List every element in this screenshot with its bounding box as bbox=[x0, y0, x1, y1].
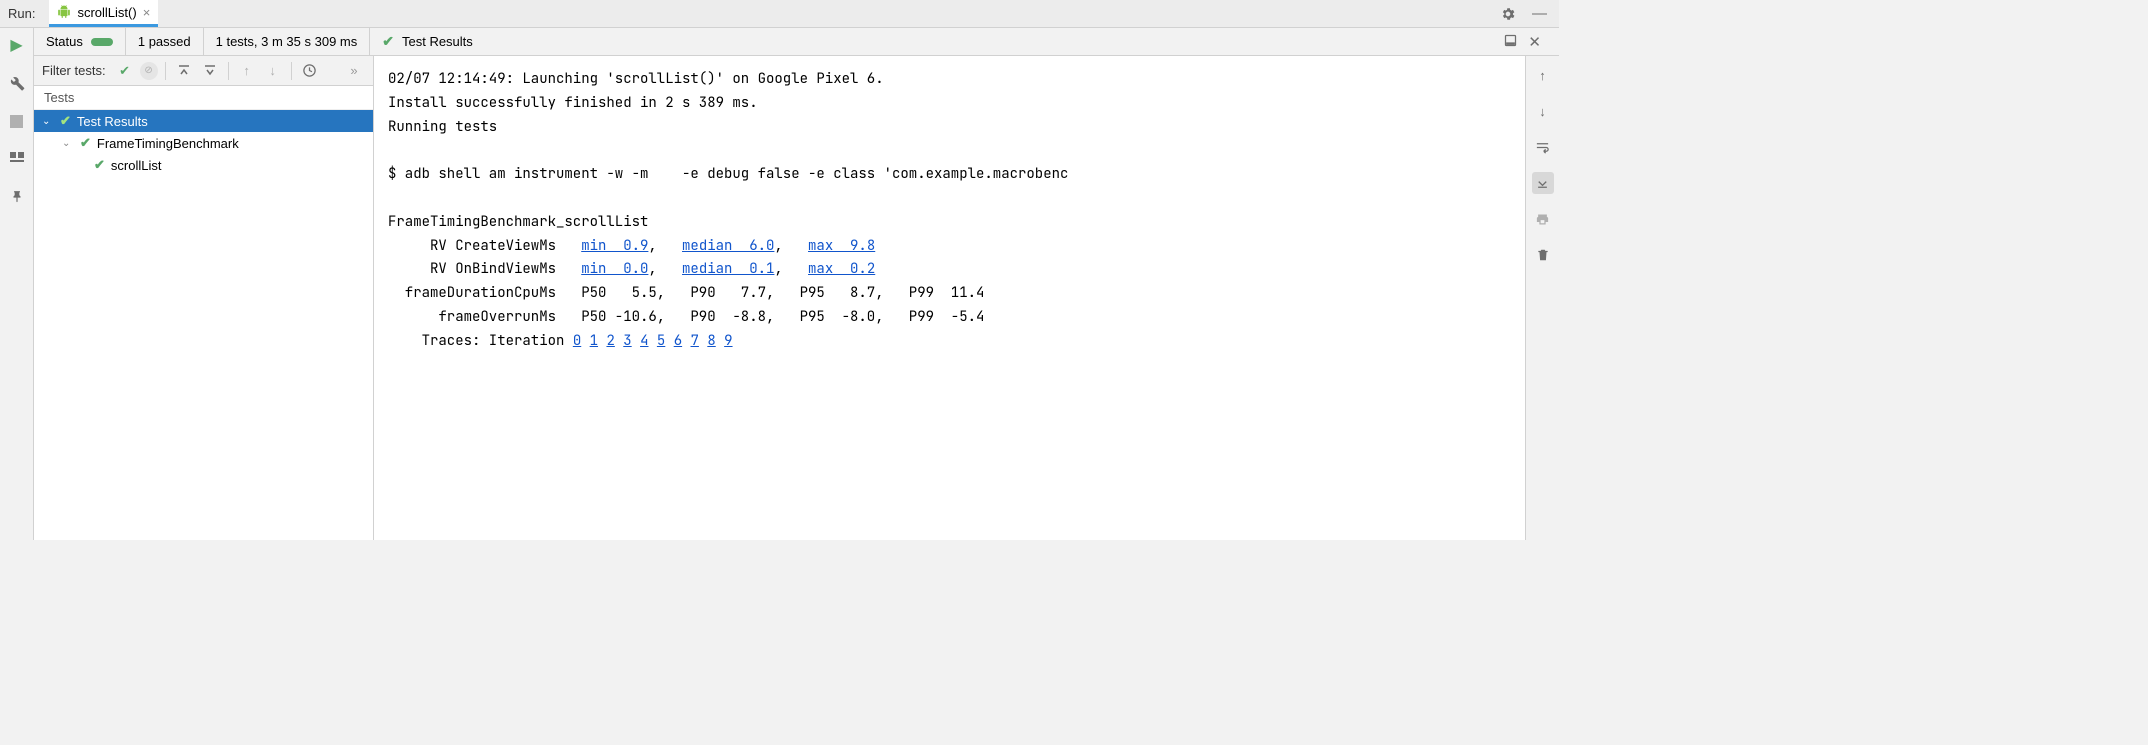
row1-label: RV CreateViewMs bbox=[430, 237, 556, 255]
export-icon[interactable] bbox=[1503, 33, 1518, 51]
main: ▶ Status 1 passed 1 tests, 3 m 35 s 309 … bbox=[0, 28, 1559, 540]
more-icon[interactable]: » bbox=[343, 60, 365, 82]
tests-tree: ⌄ ✔ Test Results ⌄ ✔ FrameTimingBenchmar… bbox=[34, 110, 373, 540]
minimize-icon[interactable]: — bbox=[1528, 5, 1551, 22]
check-icon: ✔ bbox=[60, 113, 71, 129]
print-icon[interactable] bbox=[1532, 208, 1554, 230]
collapse-all-icon[interactable] bbox=[199, 60, 221, 82]
body-row: Filter tests: ✔ ⊘ ↑ ↓ bbox=[34, 56, 1559, 540]
trash-icon[interactable] bbox=[1532, 244, 1554, 266]
row2-label: RV OnBindViewMs bbox=[430, 260, 556, 278]
tab-label: scrollList() bbox=[77, 5, 136, 20]
close-panel-icon[interactable]: ✕ bbox=[1528, 33, 1541, 51]
status-label: Status bbox=[46, 34, 83, 49]
scroll-to-end-icon[interactable] bbox=[1532, 172, 1554, 194]
trace-link[interactable]: 2 bbox=[606, 332, 614, 350]
median-link[interactable]: median 0.1 bbox=[682, 260, 774, 278]
check-icon: ✔ bbox=[382, 33, 394, 50]
next-failed-icon[interactable]: ↓ bbox=[262, 60, 284, 82]
row3: frameDurationCpuMs P50 5.5, P90 7.7, P95… bbox=[388, 284, 984, 302]
stop-button[interactable] bbox=[6, 110, 28, 132]
pin-icon[interactable] bbox=[6, 186, 28, 208]
max-link[interactable]: max 9.8 bbox=[808, 237, 875, 255]
show-passed-icon[interactable]: ✔ bbox=[114, 60, 136, 82]
wrench-icon[interactable] bbox=[6, 72, 28, 94]
row4: frameOverrunMs P50 -10.6, P90 -8.8, P95 … bbox=[388, 308, 984, 326]
prev-failed-icon[interactable]: ↑ bbox=[236, 60, 258, 82]
breadcrumb-label: Test Results bbox=[402, 34, 473, 49]
trace-link[interactable]: 8 bbox=[707, 332, 715, 350]
tree-root[interactable]: ⌄ ✔ Test Results bbox=[34, 110, 373, 132]
chevron-down-icon: ⌄ bbox=[42, 116, 54, 127]
console-line: 02/07 12:14:49: Launching 'scrollList()'… bbox=[388, 70, 884, 88]
min-link[interactable]: min 0.0 bbox=[581, 260, 648, 278]
min-link[interactable]: min 0.9 bbox=[581, 237, 648, 255]
summary-cell: 1 tests, 3 m 35 s 309 ms bbox=[204, 28, 371, 55]
tree-class[interactable]: ⌄ ✔ FrameTimingBenchmark bbox=[34, 132, 373, 154]
softwrap-icon[interactable] bbox=[1532, 136, 1554, 158]
traces-label: Traces: Iteration bbox=[422, 332, 565, 350]
tests-panel: Filter tests: ✔ ⊘ ↑ ↓ bbox=[34, 56, 374, 540]
trace-link[interactable]: 1 bbox=[590, 332, 598, 350]
layout-icon[interactable] bbox=[6, 148, 28, 170]
console-output[interactable]: 02/07 12:14:49: Launching 'scrollList()'… bbox=[374, 56, 1525, 540]
trace-link[interactable]: 4 bbox=[640, 332, 648, 350]
tree-root-label: Test Results bbox=[77, 114, 148, 129]
history-icon[interactable] bbox=[299, 60, 321, 82]
left-gutter: ▶ bbox=[0, 28, 34, 540]
status-right: ✔ Test Results ✕ bbox=[370, 33, 1559, 51]
passed-text: 1 passed bbox=[138, 34, 191, 49]
bench-header: FrameTimingBenchmark_scrollList bbox=[388, 213, 648, 231]
rerun-button[interactable]: ▶ bbox=[6, 34, 28, 56]
trace-link[interactable]: 9 bbox=[724, 332, 732, 350]
top-bar: Run: scrollList() × — bbox=[0, 0, 1559, 28]
right-gutter: ↑ ↓ bbox=[1525, 56, 1559, 540]
content: Status 1 passed 1 tests, 3 m 35 s 309 ms… bbox=[34, 28, 1559, 540]
android-icon bbox=[57, 5, 71, 19]
check-icon: ✔ bbox=[80, 135, 91, 151]
console-line: $ adb shell am instrument -w -m -e debug… bbox=[388, 165, 1068, 183]
tree-method-label: scrollList bbox=[111, 158, 162, 173]
tree-class-label: FrameTimingBenchmark bbox=[97, 136, 239, 151]
trace-link[interactable]: 0 bbox=[573, 332, 581, 350]
expand-all-icon[interactable] bbox=[173, 60, 195, 82]
status-bar: Status 1 passed 1 tests, 3 m 35 s 309 ms… bbox=[34, 28, 1559, 56]
max-link[interactable]: max 0.2 bbox=[808, 260, 875, 278]
filter-label: Filter tests: bbox=[42, 63, 110, 78]
chevron-down-icon: ⌄ bbox=[62, 138, 74, 149]
trace-link[interactable]: 7 bbox=[691, 332, 699, 350]
trace-link[interactable]: 3 bbox=[623, 332, 631, 350]
run-tab[interactable]: scrollList() × bbox=[49, 0, 158, 27]
trace-link[interactable]: 5 bbox=[657, 332, 665, 350]
tests-header: Tests bbox=[34, 86, 373, 110]
status-pill-icon bbox=[91, 38, 113, 46]
trace-link[interactable]: 6 bbox=[674, 332, 682, 350]
console-line: Install successfully finished in 2 s 389… bbox=[388, 94, 758, 112]
status-cell: Status bbox=[34, 28, 126, 55]
console-line: Running tests bbox=[388, 118, 497, 136]
passed-cell: 1 passed bbox=[126, 28, 204, 55]
gear-icon[interactable] bbox=[1496, 6, 1520, 22]
scroll-up-icon[interactable]: ↑ bbox=[1532, 64, 1554, 86]
show-ignored-icon[interactable]: ⊘ bbox=[140, 62, 158, 80]
tree-method[interactable]: ✔ scrollList bbox=[34, 154, 373, 176]
check-icon: ✔ bbox=[94, 157, 105, 173]
run-label: Run: bbox=[8, 6, 41, 21]
summary-text: 1 tests, 3 m 35 s 309 ms bbox=[216, 34, 358, 49]
filter-bar: Filter tests: ✔ ⊘ ↑ ↓ bbox=[34, 56, 373, 86]
close-icon[interactable]: × bbox=[143, 5, 151, 20]
median-link[interactable]: median 6.0 bbox=[682, 237, 774, 255]
scroll-down-icon[interactable]: ↓ bbox=[1532, 100, 1554, 122]
